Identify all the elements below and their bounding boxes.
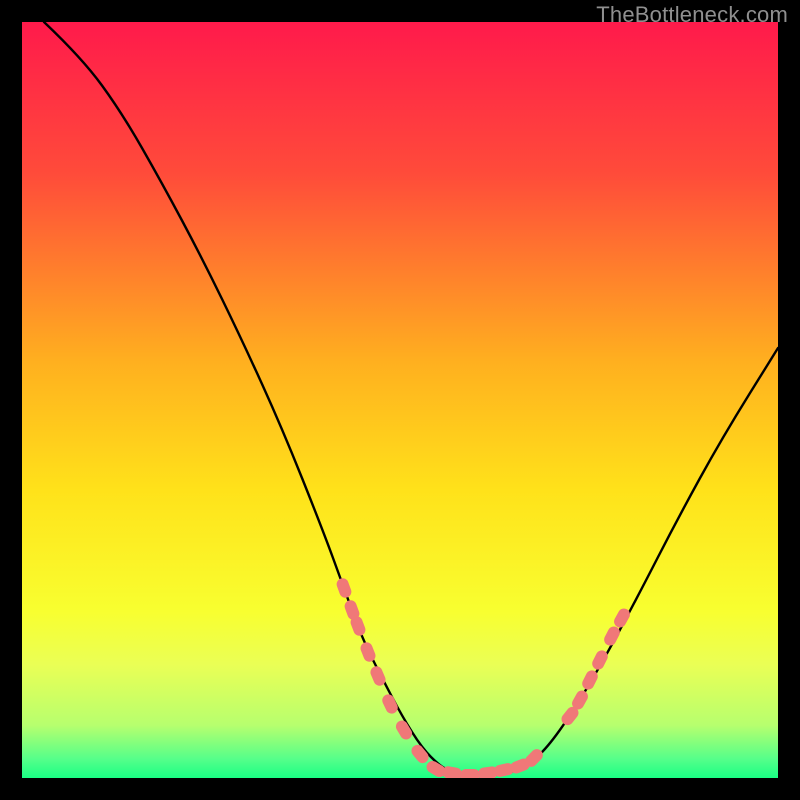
plot-area [22,22,778,778]
marker-dot [460,769,480,778]
watermark-text: TheBottleneck.com [596,2,788,28]
chart-svg [22,22,778,778]
